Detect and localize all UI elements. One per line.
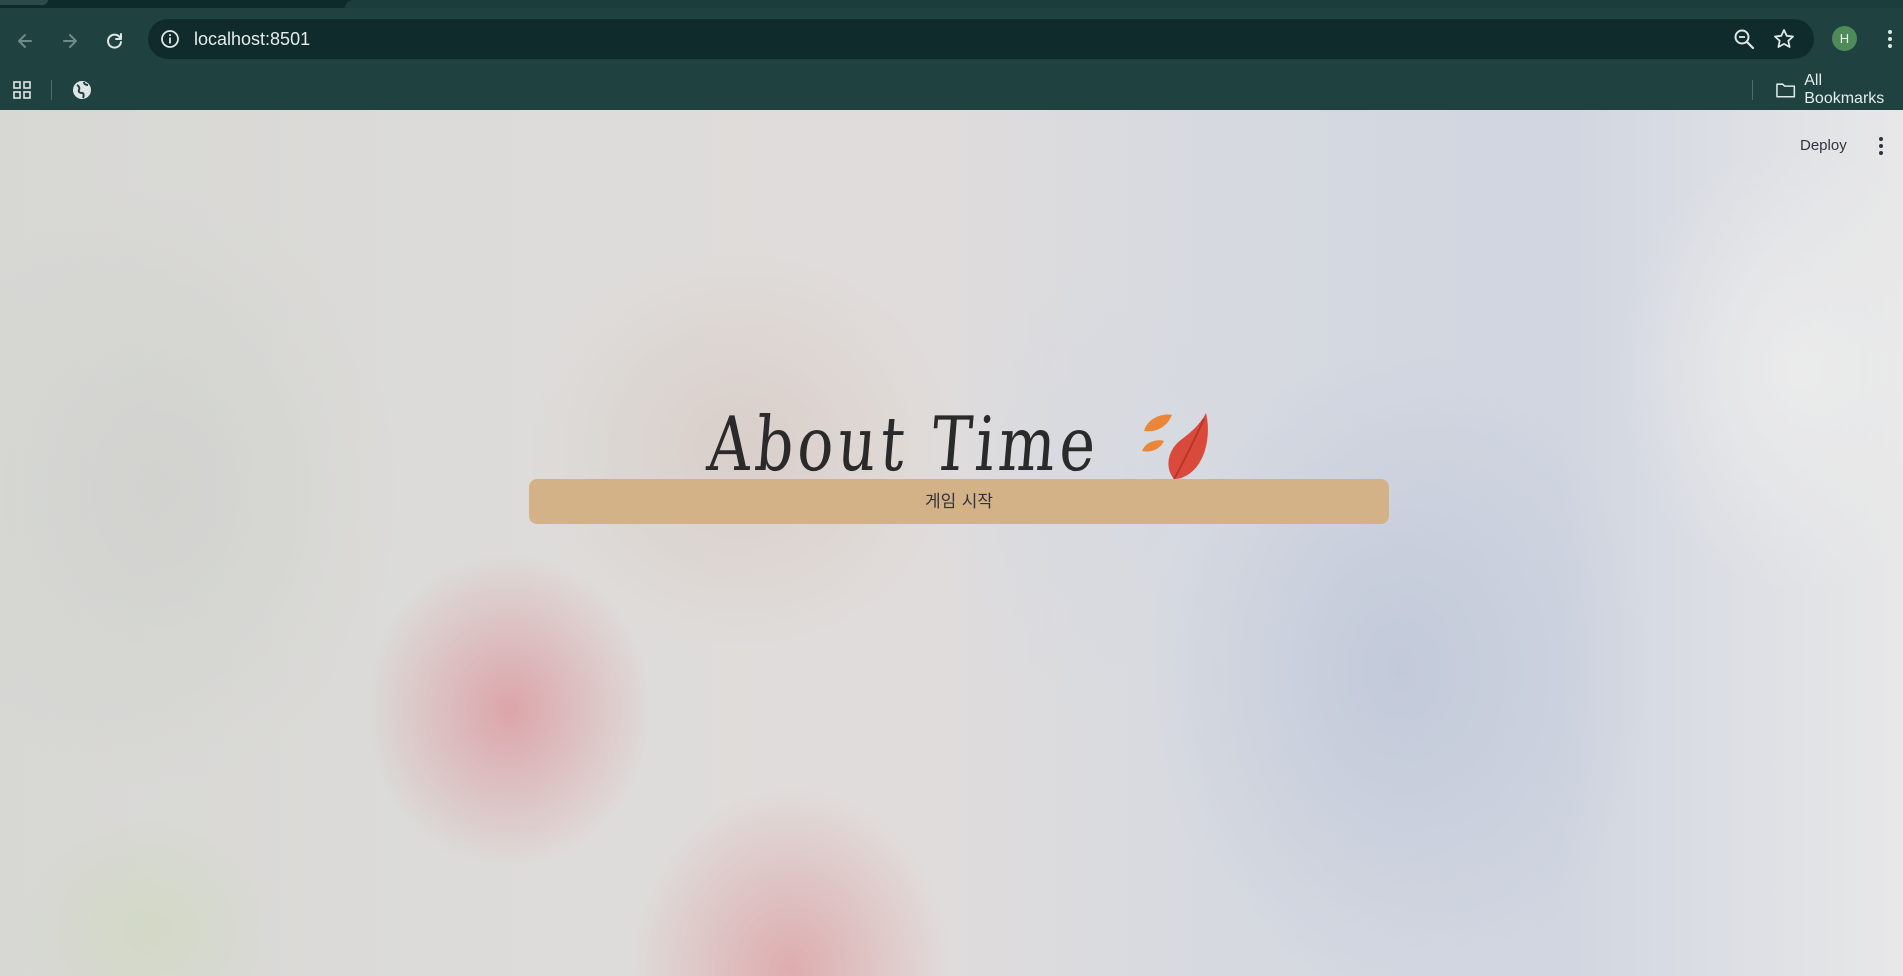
reload-button[interactable] [99,25,131,57]
address-bar[interactable]: localhost:8501 [148,19,1814,59]
app-menu-icon[interactable] [1874,134,1888,158]
zoom-icon[interactable] [1732,27,1756,51]
all-bookmarks-button[interactable]: All Bookmarks [1775,70,1903,110]
folder-icon [1776,83,1796,98]
kebab-menu-icon[interactable] [1880,25,1900,53]
apps-grid-icon[interactable] [12,80,32,100]
bookmarks-divider [1752,80,1753,100]
reload-icon [107,33,122,49]
page-title: About Time [704,401,1104,489]
deploy-button[interactable]: Deploy [1796,132,1851,160]
url-text[interactable]: localhost:8501 [194,19,310,59]
browser-toolbar: localhost:8501 H [0,8,1903,70]
bookmarks-bar: All Bookmarks [0,70,1903,110]
all-bookmarks-label: All Bookmarks [1804,72,1885,107]
globe-icon[interactable] [71,79,93,101]
bookmark-star-icon[interactable] [1772,27,1796,51]
tab-strip [0,0,1903,8]
app-page: Deploy About Time 게임 시작 [0,110,1903,976]
arrow-left-icon [18,34,32,48]
tab-bar-background [345,0,1903,8]
back-button[interactable] [9,25,41,57]
background-photo-overlay [0,110,1903,976]
tab-edge[interactable] [0,0,48,5]
profile-avatar[interactable]: H [1832,26,1857,51]
falling-leaves-icon [1141,413,1208,480]
start-game-button[interactable]: 게임 시작 [529,479,1389,524]
forward-button[interactable] [54,25,86,57]
bookmarks-divider [51,80,52,100]
site-info-icon[interactable] [158,27,182,51]
arrow-right-icon [63,34,77,48]
